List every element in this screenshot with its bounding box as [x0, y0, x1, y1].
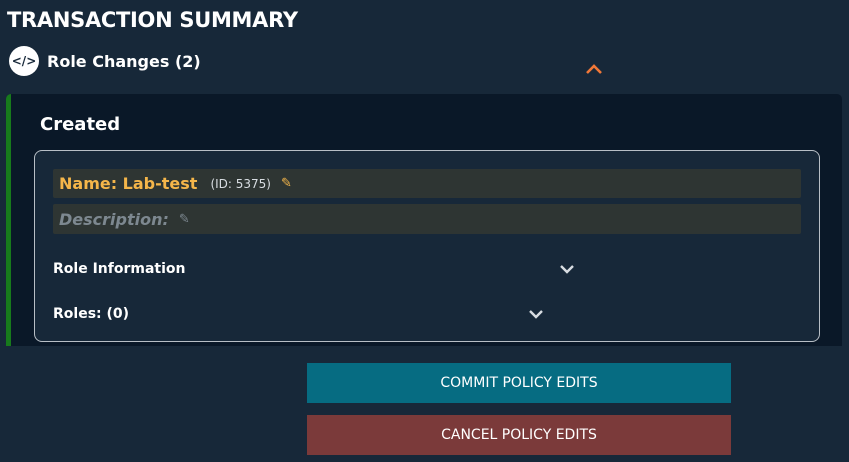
chevron-down-icon[interactable]: [559, 264, 575, 274]
role-card: Name: Lab-test (ID: 5375) ✎ Description:…: [34, 150, 820, 342]
role-name: Name: Lab-test: [59, 174, 198, 193]
chevron-up-icon[interactable]: [585, 63, 603, 75]
description-field[interactable]: Description: ✎: [53, 204, 801, 234]
role-changes-header[interactable]: </> Role Changes (2): [9, 46, 201, 76]
role-id: (ID: 5375): [210, 176, 271, 191]
created-panel: Created Name: Lab-test (ID: 5375) ✎ Desc…: [6, 94, 842, 346]
edit-description-icon[interactable]: ✎: [179, 212, 190, 227]
role-changes-label: Role Changes (2): [47, 51, 201, 71]
roles-toggle[interactable]: Roles: (0): [53, 306, 129, 322]
role-information-toggle[interactable]: Role Information: [53, 261, 185, 277]
cancel-policy-edits-button[interactable]: CANCEL POLICY EDITS: [307, 415, 731, 455]
commit-policy-edits-button[interactable]: COMMIT POLICY EDITS: [307, 363, 731, 403]
status-heading: Created: [40, 114, 121, 135]
description-label: Description:: [59, 209, 169, 229]
page-title: TRANSACTION SUMMARY: [7, 8, 298, 32]
code-icon: </>: [9, 46, 39, 76]
edit-name-icon[interactable]: ✎: [281, 176, 292, 191]
chevron-down-icon[interactable]: [528, 309, 544, 319]
name-field[interactable]: Name: Lab-test (ID: 5375) ✎: [53, 169, 801, 198]
